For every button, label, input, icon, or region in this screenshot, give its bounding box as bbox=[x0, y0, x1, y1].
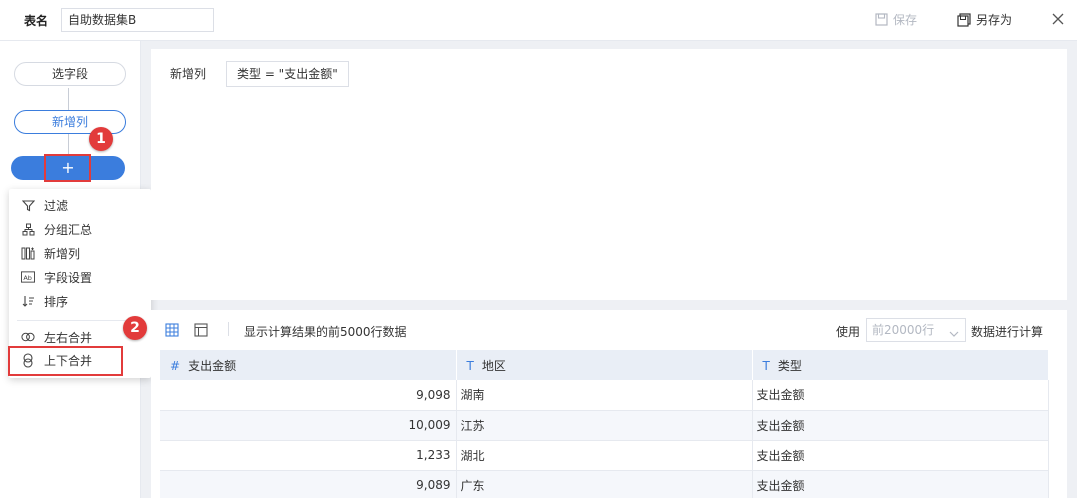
menu-item-label: 分组汇总 bbox=[44, 222, 93, 237]
table-name-label: 表名 bbox=[24, 14, 49, 28]
table-cell: 9,098 bbox=[160, 380, 457, 411]
pipeline-connector bbox=[68, 134, 69, 154]
highlight-box-add-step bbox=[44, 154, 91, 182]
text-type-icon: T bbox=[762, 358, 770, 373]
menu-item-field-settings[interactable]: Ab 字段设置 bbox=[9, 266, 151, 288]
formula-expression[interactable]: 类型 = "支出金额" bbox=[226, 61, 349, 87]
save-button[interactable]: 保存 bbox=[874, 11, 917, 28]
column-header-category[interactable]: T 类型 bbox=[752, 350, 1049, 380]
table-cell: 广东 bbox=[456, 470, 753, 498]
table-cell: 湖北 bbox=[456, 440, 753, 471]
svg-text:Ab: Ab bbox=[23, 274, 32, 282]
table-row: 1,233 湖北 支出金额 bbox=[160, 440, 1049, 471]
preview-info-text: 显示计算结果的前5000行数据 bbox=[244, 325, 407, 339]
save-as-label: 另存为 bbox=[976, 13, 1013, 27]
table-cell: 9,089 bbox=[160, 470, 457, 498]
save-icon bbox=[874, 13, 888, 27]
table-cell: 支出金额 bbox=[752, 410, 1049, 441]
column-header-expense[interactable]: # 支出金额 bbox=[160, 350, 457, 380]
sort-icon bbox=[21, 294, 35, 308]
pipeline-node-select-fields[interactable]: 选字段 bbox=[14, 62, 126, 86]
column-header-label: 地区 bbox=[481, 358, 506, 373]
table-row: 10,009 江苏 支出金额 bbox=[160, 410, 1049, 441]
menu-item-filter[interactable]: 过滤 bbox=[9, 194, 151, 216]
table-cell: 10,009 bbox=[160, 410, 457, 441]
column-header-label: 类型 bbox=[777, 358, 802, 373]
add-column-icon bbox=[21, 246, 35, 260]
menu-item-group-summary[interactable]: 分组汇总 bbox=[9, 218, 151, 240]
column-header-region[interactable]: T 地区 bbox=[456, 350, 753, 380]
table-cell: 湖南 bbox=[456, 380, 753, 411]
table-name-input[interactable]: 自助数据集B bbox=[61, 8, 214, 32]
menu-item-label: 新增列 bbox=[44, 246, 81, 261]
table-row: 9,098 湖南 支出金额 bbox=[160, 380, 1049, 411]
chevron-down-icon bbox=[949, 324, 959, 346]
save-as-button[interactable]: 另存为 bbox=[957, 11, 1012, 28]
menu-item-label: 排序 bbox=[44, 294, 69, 309]
save-as-icon bbox=[957, 12, 971, 27]
close-icon bbox=[1051, 12, 1065, 26]
menu-item-add-column[interactable]: 新增列 bbox=[9, 242, 151, 264]
group-summary-icon bbox=[21, 222, 35, 236]
filter-icon bbox=[21, 198, 35, 212]
pipeline-connector bbox=[68, 88, 69, 110]
table-row: 9,089 广东 支出金额 bbox=[160, 470, 1049, 498]
calc-label: 数据进行计算 bbox=[971, 325, 1044, 339]
layout-view-button[interactable] bbox=[193, 322, 209, 338]
table-cell: 1,233 bbox=[160, 440, 457, 471]
table-header-row: # 支出金额 T 地区 T 类型 bbox=[160, 350, 1049, 380]
field-settings-icon: Ab bbox=[21, 270, 35, 284]
data-preview-table: # 支出金额 T 地区 T 类型 9,098 湖南 支出金额 10,009 江苏 支出… bbox=[160, 350, 1049, 498]
highlight-box-merge-vertical bbox=[8, 346, 123, 376]
merge-horizontal-icon bbox=[21, 330, 35, 344]
layout-icon bbox=[194, 323, 208, 337]
column-header-label: 支出金额 bbox=[188, 358, 237, 373]
toolbar-divider bbox=[228, 322, 229, 336]
menu-item-label: 字段设置 bbox=[44, 270, 93, 285]
row-limit-select[interactable]: 前20000行 bbox=[866, 318, 966, 342]
grid-view-button[interactable] bbox=[164, 322, 180, 338]
table-cell: 支出金额 bbox=[752, 440, 1049, 471]
table-cell: 江苏 bbox=[456, 410, 753, 441]
menu-item-sort[interactable]: 排序 bbox=[9, 290, 151, 312]
text-type-icon: T bbox=[466, 358, 474, 373]
menu-item-label: 左右合并 bbox=[44, 330, 93, 345]
use-label: 使用 bbox=[836, 325, 861, 339]
table-grid-icon bbox=[165, 323, 179, 337]
step-badge-1: 1 bbox=[89, 127, 113, 151]
step-badge-2: 2 bbox=[123, 316, 147, 340]
top-bar: 表名 自助数据集B 保存 另存为 bbox=[0, 0, 1077, 41]
table-cell: 支出金额 bbox=[752, 470, 1049, 498]
table-cell: 支出金额 bbox=[752, 380, 1049, 411]
save-label: 保存 bbox=[893, 13, 918, 27]
number-type-icon: # bbox=[170, 358, 181, 373]
formula-label: 新增列 bbox=[170, 67, 207, 81]
self-service-dataset-editor: 表名 自助数据集B 保存 另存为 选字段 新增列 + 1 过滤 分组汇总 新增列… bbox=[0, 0, 1077, 498]
close-button[interactable] bbox=[1048, 9, 1068, 29]
menu-item-label: 过滤 bbox=[44, 198, 69, 213]
row-limit-value: 前20000行 bbox=[872, 323, 935, 337]
